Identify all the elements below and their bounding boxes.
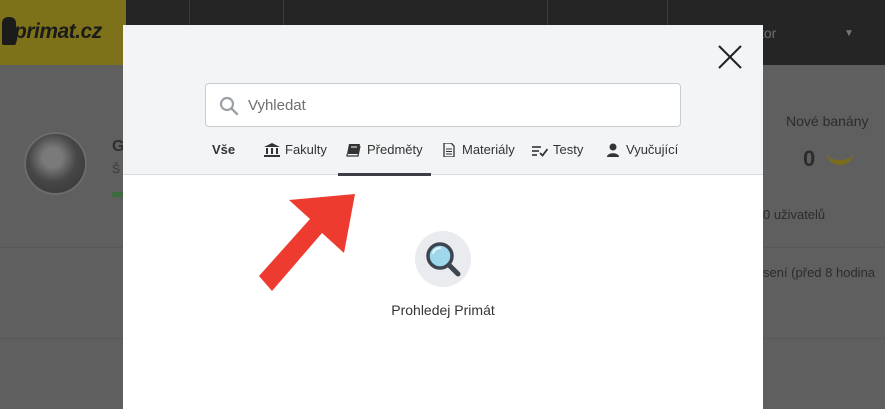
checklist-icon (532, 143, 548, 157)
tab-label: Předměty (367, 142, 423, 157)
document-icon (441, 143, 457, 157)
banana-count: 0 (803, 146, 816, 171)
user-icon (605, 143, 621, 157)
magnifier-icon (415, 231, 471, 287)
modal-header: Vše Fakulty Předměty Materiály (123, 25, 763, 176)
chevron-down-icon[interactable]: ▼ (844, 28, 854, 39)
empty-state-text: Prohledej Primát (391, 302, 495, 318)
activity-time: sení (před 8 hodina (763, 265, 876, 280)
tab-tests[interactable]: Testy (532, 142, 583, 175)
search-box[interactable] (205, 83, 681, 127)
tab-materials[interactable]: Materiály (441, 142, 515, 175)
site-logo[interactable]: primat.cz (0, 0, 126, 65)
bank-icon (264, 143, 280, 157)
users-count: 0 uživatelů (763, 207, 826, 222)
tab-label: Vše (212, 142, 236, 157)
user-subtitle: Š (112, 162, 121, 176)
tab-label: Testy (553, 142, 584, 157)
tab-teachers[interactable]: Vyučující (605, 142, 678, 175)
close-icon (718, 45, 742, 69)
banana-title: Nové banány (786, 113, 869, 129)
tab-faculties[interactable]: Fakulty (264, 142, 327, 175)
tab-subjects[interactable]: Předměty (338, 142, 431, 176)
book-icon (346, 143, 362, 157)
tab-label: Materiály (462, 142, 515, 157)
avatar (24, 132, 87, 195)
search-input[interactable] (248, 84, 668, 126)
search-icon (219, 96, 239, 116)
close-button[interactable] (715, 42, 745, 72)
search-modal: Vše Fakulty Předměty Materiály (123, 25, 763, 409)
tab-all[interactable]: Vše (212, 142, 235, 175)
search-tabs: Vše Fakulty Předměty Materiály Testy Vyu… (123, 142, 763, 176)
tab-label: Fakulty (285, 142, 327, 157)
logo-text: primat.cz (14, 20, 102, 43)
tab-label: Vyučující (626, 142, 679, 157)
